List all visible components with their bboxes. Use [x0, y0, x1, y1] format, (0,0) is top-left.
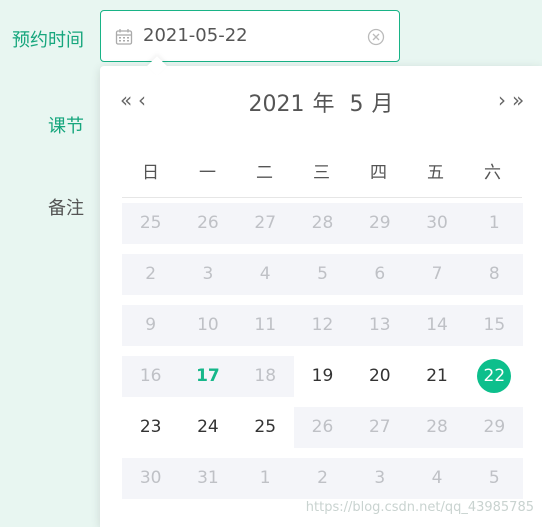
- day-cell[interactable]: 26: [293, 407, 352, 448]
- day-cell[interactable]: 7: [408, 254, 466, 295]
- header-year-unit: 年: [312, 92, 335, 117]
- weekday-label: 一: [199, 163, 216, 183]
- day-cell[interactable]: 8: [465, 254, 523, 295]
- weekday-label: 日: [142, 163, 159, 183]
- day-cell[interactable]: 19: [294, 356, 351, 397]
- header-year[interactable]: 2021: [248, 92, 304, 117]
- day-cell[interactable]: 11: [236, 305, 294, 346]
- week-row: 30 31 1 2 3 4 5: [122, 458, 523, 499]
- day-cell[interactable]: 5: [465, 458, 523, 499]
- weekday-label: 六: [484, 163, 501, 183]
- week-row: 16 17 18 19 20 21 22: [122, 356, 523, 397]
- header-month[interactable]: 5: [350, 92, 364, 117]
- watermark: https://blog.csdn.net/qq_43985785: [305, 500, 534, 515]
- day-cell[interactable]: 4: [236, 254, 294, 295]
- header-month-unit: 月: [371, 92, 394, 117]
- day-cell[interactable]: 1: [236, 458, 294, 499]
- day-cell[interactable]: 27: [236, 203, 294, 244]
- day-cell[interactable]: 6: [351, 254, 409, 295]
- day-cell[interactable]: 31: [179, 458, 237, 499]
- date-input[interactable]: 2021-05-22: [100, 10, 400, 62]
- day-cell[interactable]: 29: [351, 203, 409, 244]
- day-grid: 25 26 27 28 29 30 1 2 3 4 5 6 7 8 9 10 1…: [122, 203, 523, 509]
- day-cell[interactable]: 13: [351, 305, 409, 346]
- day-cell[interactable]: 12: [293, 305, 352, 346]
- day-cell[interactable]: 29: [465, 407, 523, 448]
- date-picker-popup: « ‹ 2021 年 5月 › » 日 一 二 三 四 五 六 25 26 27 …: [100, 66, 542, 527]
- next-month-button[interactable]: ›: [498, 88, 506, 112]
- day-cell[interactable]: 3: [351, 458, 409, 499]
- day-cell[interactable]: 27: [351, 407, 409, 448]
- weekday-header: 日 一 二 三 四 五 六: [122, 158, 522, 183]
- day-cell[interactable]: 28: [293, 203, 352, 244]
- day-cell[interactable]: 2: [293, 458, 352, 499]
- weekday-label: 四: [370, 163, 387, 183]
- weekday-label: 五: [427, 163, 444, 183]
- day-cell[interactable]: 10: [179, 305, 237, 346]
- day-cell[interactable]: 9: [122, 305, 180, 346]
- week-row: 25 26 27 28 29 30 1: [122, 203, 523, 244]
- day-cell[interactable]: 4: [408, 458, 466, 499]
- day-cell[interactable]: 24: [179, 407, 236, 448]
- clear-icon[interactable]: [367, 28, 385, 46]
- appointment-time-label: 预约时间: [12, 30, 84, 51]
- day-cell[interactable]: 5: [293, 254, 352, 295]
- date-value: 2021-05-22: [143, 25, 248, 46]
- day-cell[interactable]: 28: [408, 407, 466, 448]
- notes-label: 备注: [48, 198, 84, 219]
- day-cell[interactable]: 16: [122, 356, 180, 397]
- day-cell[interactable]: 23: [122, 407, 179, 448]
- week-row: 9 10 11 12 13 14 15: [122, 305, 523, 346]
- weekday-label: 二: [256, 163, 273, 183]
- weekday-label: 三: [313, 163, 330, 183]
- day-cell[interactable]: 20: [351, 356, 408, 397]
- day-cell[interactable]: 15: [465, 305, 523, 346]
- day-cell[interactable]: 30: [122, 458, 180, 499]
- selected-day-cell[interactable]: 22: [466, 356, 523, 397]
- day-cell[interactable]: 30: [408, 203, 466, 244]
- day-cell[interactable]: 2: [122, 254, 180, 295]
- day-cell[interactable]: 26: [179, 203, 237, 244]
- week-row: 2 3 4 5 6 7 8: [122, 254, 523, 295]
- day-cell[interactable]: 18: [236, 356, 294, 397]
- today-cell[interactable]: 17: [179, 356, 237, 397]
- day-cell[interactable]: 21: [408, 356, 465, 397]
- calendar-icon: [115, 29, 133, 45]
- day-cell[interactable]: 14: [408, 305, 466, 346]
- header-divider: [122, 197, 522, 198]
- picker-header: 2021 年 5月: [100, 86, 542, 118]
- day-cell[interactable]: 25: [122, 203, 180, 244]
- day-cell[interactable]: 3: [179, 254, 237, 295]
- next-year-button[interactable]: »: [512, 88, 524, 112]
- section-label: 课节: [48, 116, 84, 137]
- week-row: 23 24 25 26 27 28 29: [122, 407, 523, 448]
- day-cell[interactable]: 1: [465, 203, 523, 244]
- day-cell[interactable]: 25: [237, 407, 294, 448]
